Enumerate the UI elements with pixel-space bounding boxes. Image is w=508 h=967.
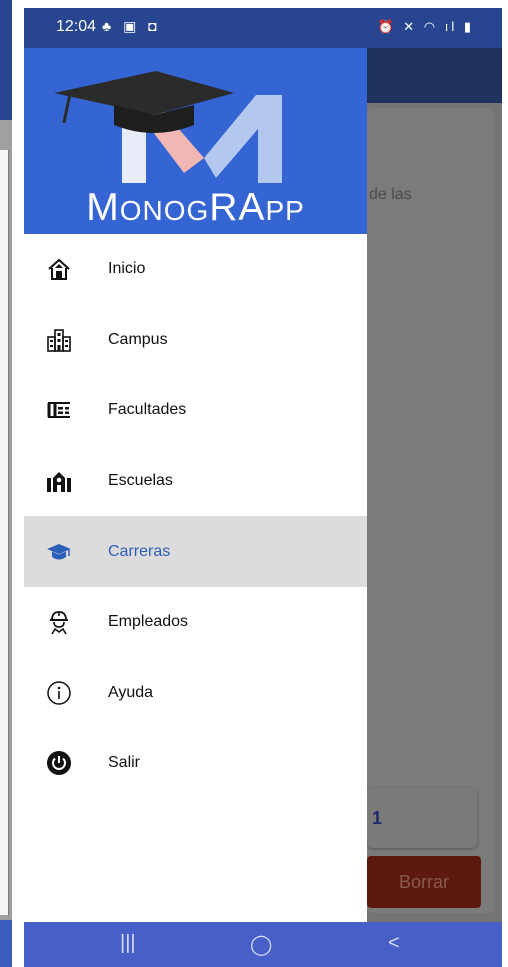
menu-item-label: Campus <box>108 330 168 348</box>
logo-text-part1: ONOG <box>119 195 210 226</box>
previous-screen-edge <box>0 0 12 967</box>
home-button[interactable]: ◯ <box>250 932 272 957</box>
system-nav-bar: ||| ◯ < <box>24 922 502 967</box>
drawer-menu: Inicio Campus Facultades Escuelas Carrer… <box>24 234 367 799</box>
menu-item-ayuda[interactable]: Ayuda <box>24 658 367 729</box>
back-button[interactable]: < <box>388 932 400 955</box>
menu-item-label: Salir <box>108 754 141 772</box>
logo-text-part3: PP <box>265 195 305 226</box>
logo-letter-m: M <box>86 186 120 229</box>
menu-item-facultades[interactable]: Facultades <box>24 375 367 446</box>
previous-screen-navbar <box>0 920 12 967</box>
previous-screen-appbar <box>0 0 12 120</box>
app-logo-text: MONOGRAPP <box>24 186 367 230</box>
info-icon <box>45 679 73 707</box>
faculty-icon <box>45 396 73 424</box>
menu-item-salir[interactable]: Salir <box>24 728 367 799</box>
app-partial-text: de las <box>369 186 412 203</box>
notification-icons: ♣ ▣ ◘ <box>102 18 161 34</box>
navigation-drawer: MONOGRAPP Inicio Campus Facultades Escue… <box>24 8 367 922</box>
menu-item-label: Empleados <box>108 613 189 631</box>
menu-item-label: Carreras <box>108 542 171 560</box>
status-bar: 12:04 ♣ ▣ ◘ ⏰ ✕ ◠ ıl ▮ <box>24 8 502 48</box>
logo-text-part2: RA <box>209 186 266 229</box>
previous-screen-card <box>0 150 9 915</box>
phone-screen: de las 1 Borrar 12:04 ♣ ▣ ◘ ⏰ ✕ ◠ ıl ▮ M… <box>24 8 502 967</box>
menu-item-empleados[interactable]: Empleados <box>24 587 367 658</box>
menu-item-label: Facultades <box>108 401 187 419</box>
menu-item-campus[interactable]: Campus <box>24 305 367 376</box>
recents-button[interactable]: ||| <box>120 932 136 955</box>
buildings-icon <box>45 326 73 354</box>
menu-item-inicio[interactable]: Inicio <box>24 234 367 305</box>
menu-item-label: Inicio <box>108 260 146 278</box>
school-icon <box>45 467 73 495</box>
graduation-cap-icon <box>45 538 73 566</box>
app-field[interactable] <box>367 788 477 848</box>
menu-item-label: Ayuda <box>108 683 154 701</box>
monograpp-logo-icon <box>54 71 282 183</box>
system-status-icons: ⏰ ✕ ◠ ıl ▮ <box>377 19 474 34</box>
app-field-value: 1 <box>372 808 383 828</box>
status-time: 12:04 <box>56 18 97 35</box>
power-icon <box>45 749 73 777</box>
worker-icon <box>45 608 73 636</box>
delete-button[interactable]: Borrar <box>367 856 481 908</box>
menu-item-escuelas[interactable]: Escuelas <box>24 446 367 517</box>
menu-item-label: Escuelas <box>108 472 173 490</box>
home-icon <box>45 255 73 283</box>
menu-item-carreras[interactable]: Carreras <box>24 516 367 587</box>
